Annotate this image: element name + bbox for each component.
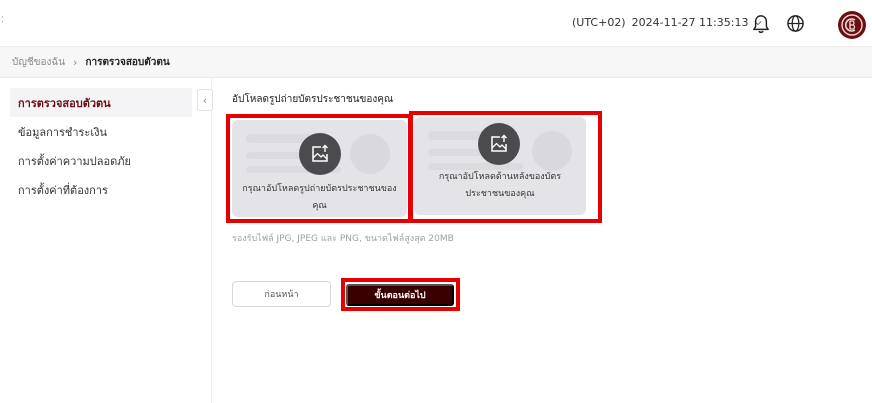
drag-handle-icon: · · bbox=[1, 13, 4, 28]
sidebar-item-label: ข้อมูลการชำระเงิน bbox=[18, 125, 107, 139]
sidebar-item-label: การตั้งค่าที่ต้องการ bbox=[18, 183, 108, 197]
globe-icon[interactable] bbox=[786, 14, 805, 33]
sidebar-item-preferences[interactable]: การตั้งค่าที่ต้องการ bbox=[10, 175, 192, 204]
avatar[interactable] bbox=[838, 11, 866, 39]
brand-logo-icon bbox=[841, 14, 863, 36]
timezone-clock[interactable]: (UTC+02) 2024-11-27 11:35:13 bbox=[572, 16, 762, 29]
highlight-box bbox=[409, 111, 602, 223]
chevron-right-icon: › bbox=[73, 55, 78, 69]
sidebar-item-label: การตั้งค่าความปลอดภัย bbox=[18, 154, 131, 168]
sidebar-collapse-button[interactable]: ‹ bbox=[197, 89, 213, 111]
file-format-hint: รองรับไฟล์ JPG, JPEG และ PNG, ขนาดไฟล์สู… bbox=[232, 234, 454, 244]
timezone-label: (UTC+02) bbox=[572, 16, 626, 29]
breadcrumb-identity-verification: การตรวจสอบตัวตน bbox=[85, 56, 170, 68]
highlight-box bbox=[226, 114, 412, 223]
sidebar-item-payment-info[interactable]: ข้อมูลการชำระเงิน bbox=[10, 117, 192, 146]
breadcrumb-my-account[interactable]: บัญชีของฉัน bbox=[12, 55, 65, 70]
chevron-left-icon: ‹ bbox=[202, 93, 208, 107]
top-bar: · · (UTC+02) 2024-11-27 11:35:13 bbox=[0, 0, 872, 47]
bell-icon[interactable] bbox=[752, 14, 770, 34]
breadcrumb: บัญชีของฉัน › การตรวจสอบตัวตน bbox=[0, 47, 872, 78]
highlight-box bbox=[341, 278, 460, 311]
previous-button[interactable]: ก่อนหน้า bbox=[232, 281, 331, 307]
page-title: อัปโหลดรูปถ่ายบัตรประชาชนของคุณ bbox=[232, 94, 394, 105]
sidebar-item-security-settings[interactable]: การตั้งค่าความปลอดภัย bbox=[10, 146, 192, 175]
sidebar-item-label: การตรวจสอบตัวตน bbox=[18, 96, 111, 110]
sidebar-item-identity-verification[interactable]: การตรวจสอบตัวตน bbox=[10, 88, 192, 117]
datetime-label: 2024-11-27 11:35:13 bbox=[631, 16, 749, 29]
